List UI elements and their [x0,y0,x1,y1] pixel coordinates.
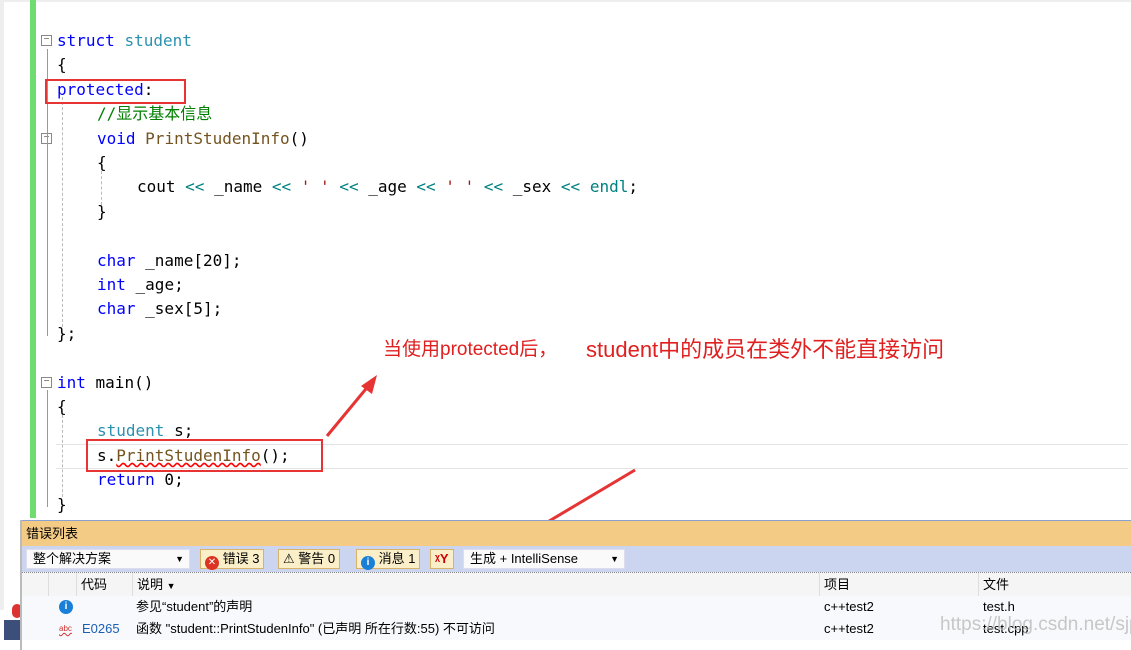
column-description-label: 说明 [137,577,164,592]
error-icon: ✕ [205,556,219,570]
warnings-label: 警告 0 [298,551,336,566]
error-list-toolbar: 整个解决方案 ▼ ✕ 错误 3 ⚠ 警告 0 i 消息 1 ᵡY 生成 + Int… [22,546,1131,572]
row-code[interactable]: E0265 [82,618,120,640]
sort-down-icon: ▼ [166,581,176,591]
info-icon: i [59,600,73,614]
row-project: c++test2 [824,599,874,614]
arrow-line-up [325,383,372,437]
messages-filter-button[interactable]: i 消息 1 [356,549,421,570]
scope-value: 整个解决方案 [33,551,112,566]
side-bar [4,620,20,640]
clear-filter-button[interactable]: ᵡY [430,549,454,569]
intellisense-error-icon: abc [59,624,72,633]
build-filter-value: 生成 + IntelliSense [470,551,579,566]
column-code[interactable]: 代码 [76,573,107,597]
errors-label: 错误 3 [222,551,260,566]
scope-dropdown[interactable]: 整个解决方案 ▼ [26,549,190,569]
row-description: 参见“student”的声明 [136,599,253,614]
column-project[interactable]: 项目 [819,573,850,597]
chevron-down-icon: ▼ [175,554,184,564]
column-icon [48,573,76,597]
warning-icon: ⚠ [283,551,295,566]
column-file[interactable]: 文件 [978,573,1009,597]
messages-label: 消息 1 [378,551,416,566]
info-icon: i [361,556,375,570]
row-project: c++test2 [824,621,874,636]
build-filter-dropdown[interactable]: 生成 + IntelliSense ▼ [463,549,625,569]
watermark: https://blog.csdn.net/sjp11 [940,614,1131,635]
error-list-header: 代码 说明 ▼ 项目 文件 [22,572,1131,597]
chevron-down-icon: ▼ [610,554,619,564]
warnings-filter-button[interactable]: ⚠ 警告 0 [278,549,341,569]
panel-title: 错误列表 [22,520,1131,546]
errors-filter-button[interactable]: ✕ 错误 3 [200,549,265,570]
filter-clear-icon: ᵡY [435,551,449,566]
annotation-text-2: student中的成员在类外不能直接访问 [586,337,945,362]
annotation-text-1: 当使用protected后， [383,339,558,360]
row-description: 函数 "student::PrintStudenInfo" (已声明 所在行数:… [136,621,495,636]
column-description[interactable]: 说明 ▼ [132,573,176,597]
